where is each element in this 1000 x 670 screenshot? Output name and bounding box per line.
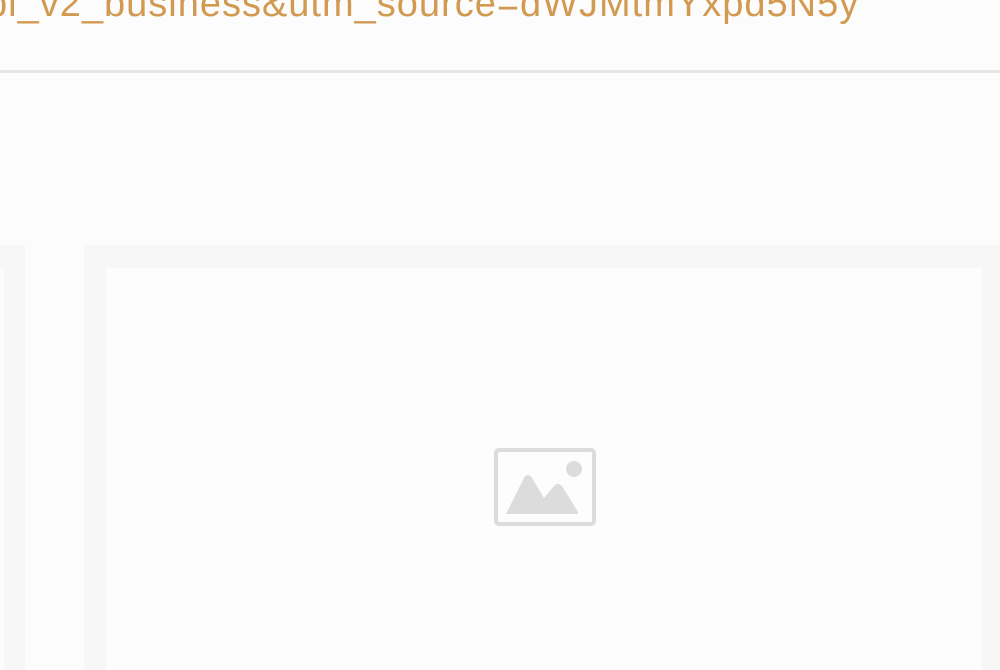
image-placeholder-icon — [494, 448, 596, 526]
left-card-image-area[interactable] — [0, 268, 4, 670]
right-card[interactable] — [84, 245, 1000, 670]
right-card-image-area[interactable] — [106, 268, 982, 670]
url-text[interactable]: bi_v2_business&utm_source=dWJMtmYxpd5N5y — [0, 0, 859, 29]
url-bar[interactable]: bi_v2_business&utm_source=dWJMtmYxpd5N5y — [0, 0, 1000, 70]
main-content — [0, 73, 1000, 670]
left-card[interactable] — [0, 245, 25, 670]
